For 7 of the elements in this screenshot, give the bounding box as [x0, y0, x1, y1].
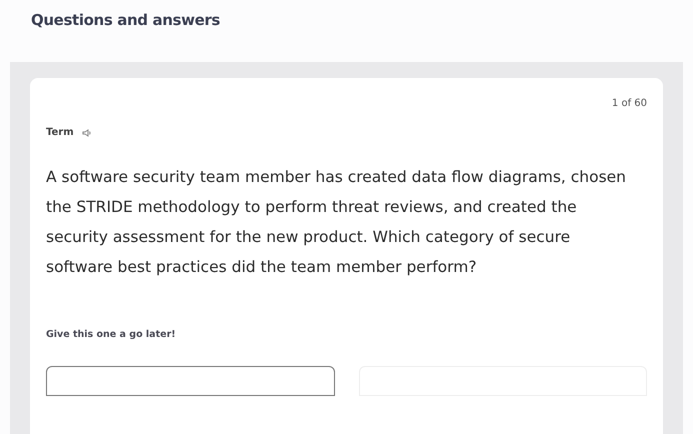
- question-text: A software security team member has created data flow diagrams, chosen the STRIDE methodology to perform threat reviews, and created the security assessment for the new product. Which category of secure software best practices did the team member perform?: [46, 167, 628, 278]
- speaker-icon[interactable]: [82, 128, 92, 138]
- later-text: Give this one a go later!: [46, 328, 177, 342]
- answer-option[interactable]: [46, 366, 334, 396]
- page-title: Questions and answers: [31, 10, 221, 31]
- term-label: Term: [46, 126, 74, 140]
- question-counter: 1 of 60: [612, 97, 647, 111]
